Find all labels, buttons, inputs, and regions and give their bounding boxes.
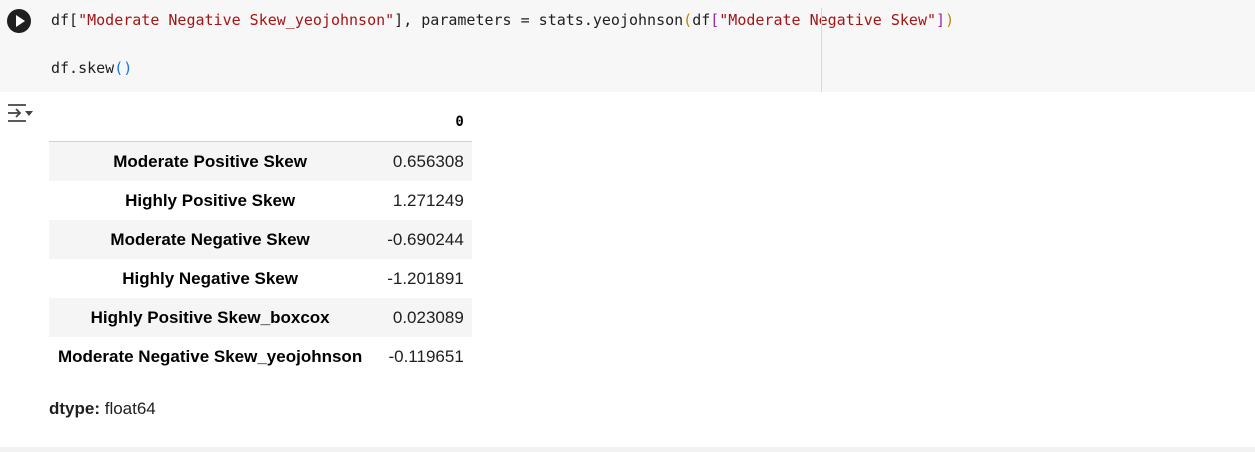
code-line-2[interactable]: df.skew() (51, 58, 132, 78)
code-bracket: ( (683, 11, 693, 29)
table-row: Highly Positive Skew 1.271249 (49, 181, 472, 220)
code-token: df[ (51, 11, 79, 29)
play-icon (16, 15, 25, 27)
row-value: 0.023089 (392, 307, 464, 327)
code-bracket: [ (710, 11, 720, 29)
code-bracket: () (114, 59, 133, 77)
row-value: 0.656308 (392, 151, 464, 171)
row-label: Moderate Negative Skew_yeojohnson (58, 346, 363, 366)
code-line-1[interactable]: df["Moderate Negative Skew_yeojohnson"],… (51, 10, 954, 30)
row-value: -0.690244 (387, 229, 464, 249)
table-header-row: 0 (49, 102, 472, 142)
row-label: Highly Positive Skew_boxcox (90, 307, 330, 327)
row-value: -0.119651 (388, 346, 464, 366)
code-token: df (692, 11, 711, 29)
row-label: Moderate Negative Skew (110, 229, 310, 249)
dtype-label: dtype: (49, 399, 100, 418)
table-row: Moderate Negative Skew_yeojohnson -0.119… (49, 337, 472, 376)
row-label: Moderate Positive Skew (113, 151, 307, 171)
dtype-line: dtype: float64 (49, 399, 156, 419)
row-label: Highly Positive Skew (125, 190, 296, 210)
code-token: ], parameters = stats.yeojohnson (394, 11, 684, 29)
index-header (49, 102, 372, 142)
code-cell[interactable]: df["Moderate Negative Skew_yeojohnson"],… (0, 0, 1255, 92)
table-row: Highly Negative Skew -1.201891 (49, 259, 472, 298)
run-cell-button[interactable] (7, 9, 31, 33)
code-bracket: ) (945, 11, 955, 29)
output-toggle-button[interactable] (6, 102, 34, 124)
code-bracket: ] (936, 11, 946, 29)
cell-bottom-border (0, 447, 1255, 452)
code-token: df.skew (51, 59, 115, 77)
row-value: 1.271249 (392, 190, 464, 210)
code-string: "Moderate Negative Skew_yeojohnson" (78, 11, 395, 29)
table-row: Moderate Negative Skew -0.690244 (49, 220, 472, 259)
row-value: -1.201891 (387, 268, 464, 288)
table-row: Moderate Positive Skew 0.656308 (49, 141, 472, 181)
code-string: "Moderate Negative Skew" (719, 11, 937, 29)
row-label: Highly Negative Skew (122, 268, 298, 288)
output-collapse-icon (8, 104, 33, 122)
dtype-value: float64 (100, 399, 156, 418)
column-header: 0 (371, 102, 472, 142)
table-row: Highly Positive Skew_boxcox 0.023089 (49, 298, 472, 337)
line-length-ruler (821, 8, 822, 92)
skew-output-table: 0 Moderate Positive Skew 0.656308 Highly… (49, 102, 472, 376)
